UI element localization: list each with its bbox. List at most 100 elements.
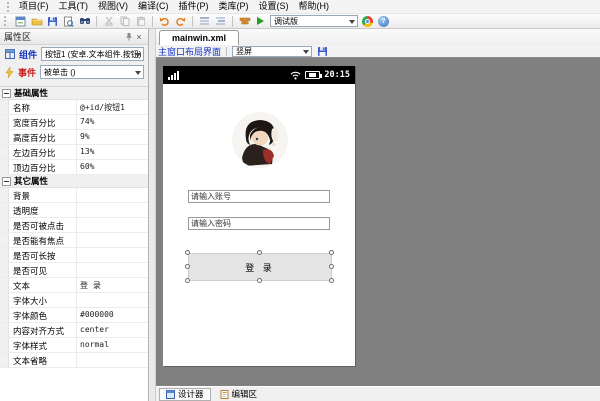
account-input[interactable]: 请输入账号	[188, 190, 330, 203]
property-row-opacity[interactable]: 透明度	[0, 203, 148, 218]
property-row-left-percent[interactable]: 左边百分比 13%	[0, 145, 148, 160]
tab-editor-label: 编辑区	[231, 389, 258, 399]
build-icon[interactable]	[238, 15, 251, 28]
event-select[interactable]: 被单击 ()	[40, 65, 144, 79]
save-icon[interactable]	[46, 15, 59, 28]
collapse-icon[interactable]	[2, 176, 11, 186]
property-row-align[interactable]: 内容对齐方式 center	[0, 323, 148, 338]
tab-designer-label: 设计器	[178, 389, 204, 399]
properties-panel: 属性区 × 组件 按钮1 (安卓.文本组件.按钮) 事件 被单击 () 基础属性…	[0, 29, 149, 401]
property-row-top-percent[interactable]: 顶边百分比 60%	[0, 160, 148, 175]
run-icon[interactable]	[254, 15, 267, 28]
event-select-value: 被单击 ()	[44, 67, 76, 77]
component-label: 组件	[19, 49, 38, 60]
section-other-properties[interactable]: 其它属性	[0, 175, 148, 188]
chevron-down-icon	[135, 53, 141, 57]
property-row-clickable[interactable]: 是否可被点击	[0, 218, 148, 233]
properties-panel-header: 属性区 ×	[0, 29, 148, 45]
pin-icon[interactable]	[124, 32, 134, 42]
property-row-visible[interactable]: 是否可见	[0, 263, 148, 278]
component-icon	[5, 49, 15, 59]
bottom-tabbar: 设计器 编辑区	[156, 386, 600, 401]
copy-icon[interactable]	[118, 15, 131, 28]
build-config-select[interactable]: 调试版	[270, 15, 358, 27]
selection-handle-ne[interactable]	[329, 250, 334, 255]
property-row-height-percent[interactable]: 高度百分比 9%	[0, 130, 148, 145]
print-preview-icon[interactable]	[62, 15, 75, 28]
selection-handle-se[interactable]	[329, 278, 334, 283]
selection-handle-s[interactable]	[257, 278, 262, 283]
designer-icon	[166, 389, 175, 399]
property-row-longpress[interactable]: 是否可长按	[0, 248, 148, 263]
component-select[interactable]: 按钮1 (安卓.文本组件.按钮)	[41, 47, 144, 61]
section-basic-properties[interactable]: 基础属性	[0, 87, 148, 100]
status-time: 20:15	[324, 70, 350, 80]
tab-designer[interactable]: 设计器	[159, 387, 211, 401]
menu-plugins[interactable]: 插件(P)	[174, 0, 214, 13]
paste-icon[interactable]	[134, 15, 147, 28]
tab-editor[interactable]: 编辑区	[214, 388, 264, 401]
designer-toolbar: 主窗口布局界面 竖屏	[156, 45, 600, 58]
login-button[interactable]: 登 录	[188, 253, 332, 281]
open-folder-icon[interactable]	[30, 15, 43, 28]
avatar[interactable]	[232, 112, 288, 168]
orientation-select[interactable]: 竖屏	[232, 45, 313, 57]
event-selector-row: 事件 被单击 ()	[0, 63, 148, 81]
property-grid: 基础属性 名称 @+id/按钮1 宽度百分比 74% 高度百分比 9% 左边百分比 13…	[0, 86, 148, 401]
phone-screen: 请输入账号 请输入密码 登 录	[163, 84, 355, 366]
browser-icon[interactable]	[361, 15, 374, 28]
property-row-font-style[interactable]: 字体样式 normal	[0, 338, 148, 353]
property-row-ellipsize[interactable]: 文本省略	[0, 353, 148, 368]
cut-icon[interactable]	[102, 15, 115, 28]
collapse-icon[interactable]	[2, 88, 11, 98]
close-icon[interactable]: ×	[134, 32, 144, 42]
menu-help[interactable]: 帮助(H)	[294, 0, 335, 13]
menu-libraries[interactable]: 类库(P)	[214, 0, 254, 13]
component-select-value: 按钮1 (安卓.文本组件.按钮)	[45, 49, 142, 59]
chevron-down-icon	[135, 71, 141, 75]
event-label: 事件	[18, 67, 37, 78]
property-row-text[interactable]: 文本登 录	[0, 278, 148, 293]
password-input[interactable]: 请输入密码	[188, 217, 330, 230]
menu-settings[interactable]: 设置(S)	[254, 0, 294, 13]
event-lightning-icon	[5, 66, 14, 78]
indent-icon[interactable]	[198, 15, 211, 28]
selection-handle-sw[interactable]	[185, 278, 190, 283]
save-layout-icon[interactable]	[317, 46, 328, 57]
document-tabstrip: mainwin.xml	[156, 29, 600, 45]
property-row-background[interactable]: 背景	[0, 188, 148, 203]
phone-status-bar: 20:15	[163, 66, 355, 84]
property-row-font-color[interactable]: 字体颜色 #000000	[0, 308, 148, 323]
layout-title: 主窗口布局界面	[158, 46, 222, 57]
property-row-width-percent[interactable]: 宽度百分比 74%	[0, 115, 148, 130]
tab-mainwin-xml[interactable]: mainwin.xml	[159, 30, 240, 45]
main-toolbar: 调试版	[0, 14, 600, 29]
chevron-down-icon	[349, 20, 355, 24]
panel-splitter[interactable]	[149, 29, 156, 401]
undo-icon[interactable]	[158, 15, 171, 28]
new-project-icon[interactable]	[14, 15, 27, 28]
menu-project[interactable]: 项目(F)	[14, 0, 54, 13]
menu-compile[interactable]: 编译(C)	[133, 0, 174, 13]
wifi-icon	[290, 71, 301, 80]
menu-view[interactable]: 视图(V)	[93, 0, 133, 13]
editor-icon	[220, 389, 229, 399]
property-row-focusable[interactable]: 是否能有焦点	[0, 233, 148, 248]
section-title: 其它属性	[14, 176, 49, 186]
selection-handle-w[interactable]	[185, 264, 190, 269]
redo-icon[interactable]	[174, 15, 187, 28]
find-icon[interactable]	[78, 15, 91, 28]
build-config-value: 调试版	[274, 16, 298, 26]
menu-bar: 项目(F) 工具(T) 视图(V) 编译(C) 插件(P) 类库(P) 设置(S…	[0, 0, 600, 14]
selection-handle-e[interactable]	[329, 264, 334, 269]
property-row-font-size[interactable]: 字体大小	[0, 293, 148, 308]
selection-handle-n[interactable]	[257, 250, 262, 255]
section-title: 基础属性	[14, 88, 49, 98]
outdent-icon[interactable]	[214, 15, 227, 28]
help-icon[interactable]	[377, 15, 390, 28]
selection-handle-nw[interactable]	[185, 250, 190, 255]
menu-tools[interactable]: 工具(T)	[54, 0, 94, 13]
property-row-name[interactable]: 名称 @+id/按钮1	[0, 100, 148, 115]
editor-area: mainwin.xml 主窗口布局界面 竖屏 20:15 请输入账号 请输入密码…	[156, 29, 600, 401]
design-canvas: 20:15 请输入账号 请输入密码 登 录	[156, 58, 600, 386]
